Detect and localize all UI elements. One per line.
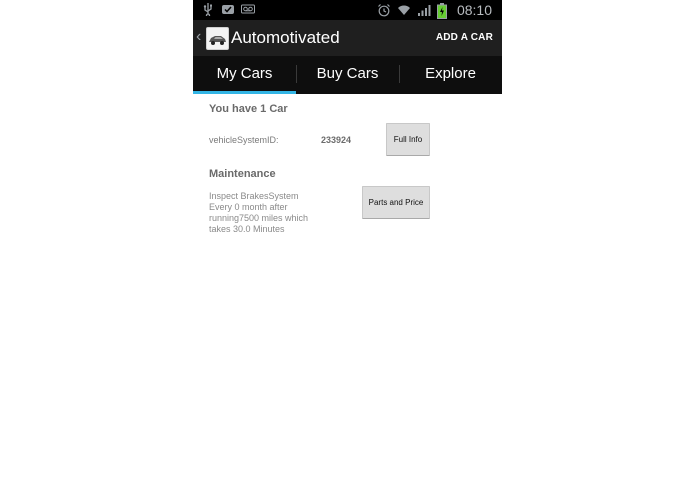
maintenance-description: Inspect BrakesSystem Every 0 month after… — [209, 191, 339, 235]
vehicle-id-value: 233924 — [321, 135, 352, 145]
status-time: 08:10 — [456, 2, 492, 18]
app-logo-icon[interactable] — [206, 27, 229, 50]
app-title: Automotivated — [231, 28, 340, 47]
parts-and-price-button[interactable]: Parts and Price — [362, 186, 430, 219]
alarm-icon — [377, 3, 391, 17]
vehicle-id-row: vehicleSystemID: 233924 Full Info — [209, 123, 489, 163]
battery-icon — [436, 3, 451, 19]
maintenance-line-4: takes 30.0 Minutes — [209, 224, 285, 234]
signal-icon — [417, 3, 431, 17]
full-info-button[interactable]: Full Info — [386, 123, 430, 156]
vehicle-id-label: vehicleSystemID: — [209, 135, 279, 145]
voicemail-icon — [241, 2, 255, 16]
status-bar-right: 08:10 — [377, 1, 492, 19]
usb-icon — [201, 2, 215, 18]
maintenance-heading: Maintenance — [209, 168, 276, 180]
maintenance-line-3: running7500 miles which — [209, 213, 309, 223]
tab-bar: My Cars Buy Cars Explore — [193, 56, 502, 94]
status-bar-left — [201, 2, 255, 18]
action-bar: ‹ Automotivated ADD A CAR — [193, 20, 502, 56]
maintenance-line-2: Every 0 month after — [209, 202, 288, 212]
tab-my-cars[interactable]: My Cars — [193, 56, 296, 94]
maintenance-line-1: Inspect BrakesSystem — [209, 191, 299, 201]
up-navigation-icon[interactable]: ‹ — [196, 29, 201, 45]
add-car-button[interactable]: ADD A CAR — [436, 32, 493, 43]
maintenance-row: Inspect BrakesSystem Every 0 month after… — [209, 186, 489, 246]
status-bar: 08:10 — [193, 0, 502, 20]
phone-screen: 08:10 ‹ Automotivated ADD A CAR My Cars … — [193, 0, 502, 494]
tab-explore[interactable]: Explore — [399, 56, 502, 94]
wifi-icon — [397, 3, 411, 17]
my-cars-content: You have 1 Car vehicleSystemID: 233924 F… — [209, 103, 489, 246]
tab-buy-cars[interactable]: Buy Cars — [296, 56, 399, 94]
notification-icon — [221, 2, 235, 16]
car-count-heading: You have 1 Car — [209, 103, 288, 115]
